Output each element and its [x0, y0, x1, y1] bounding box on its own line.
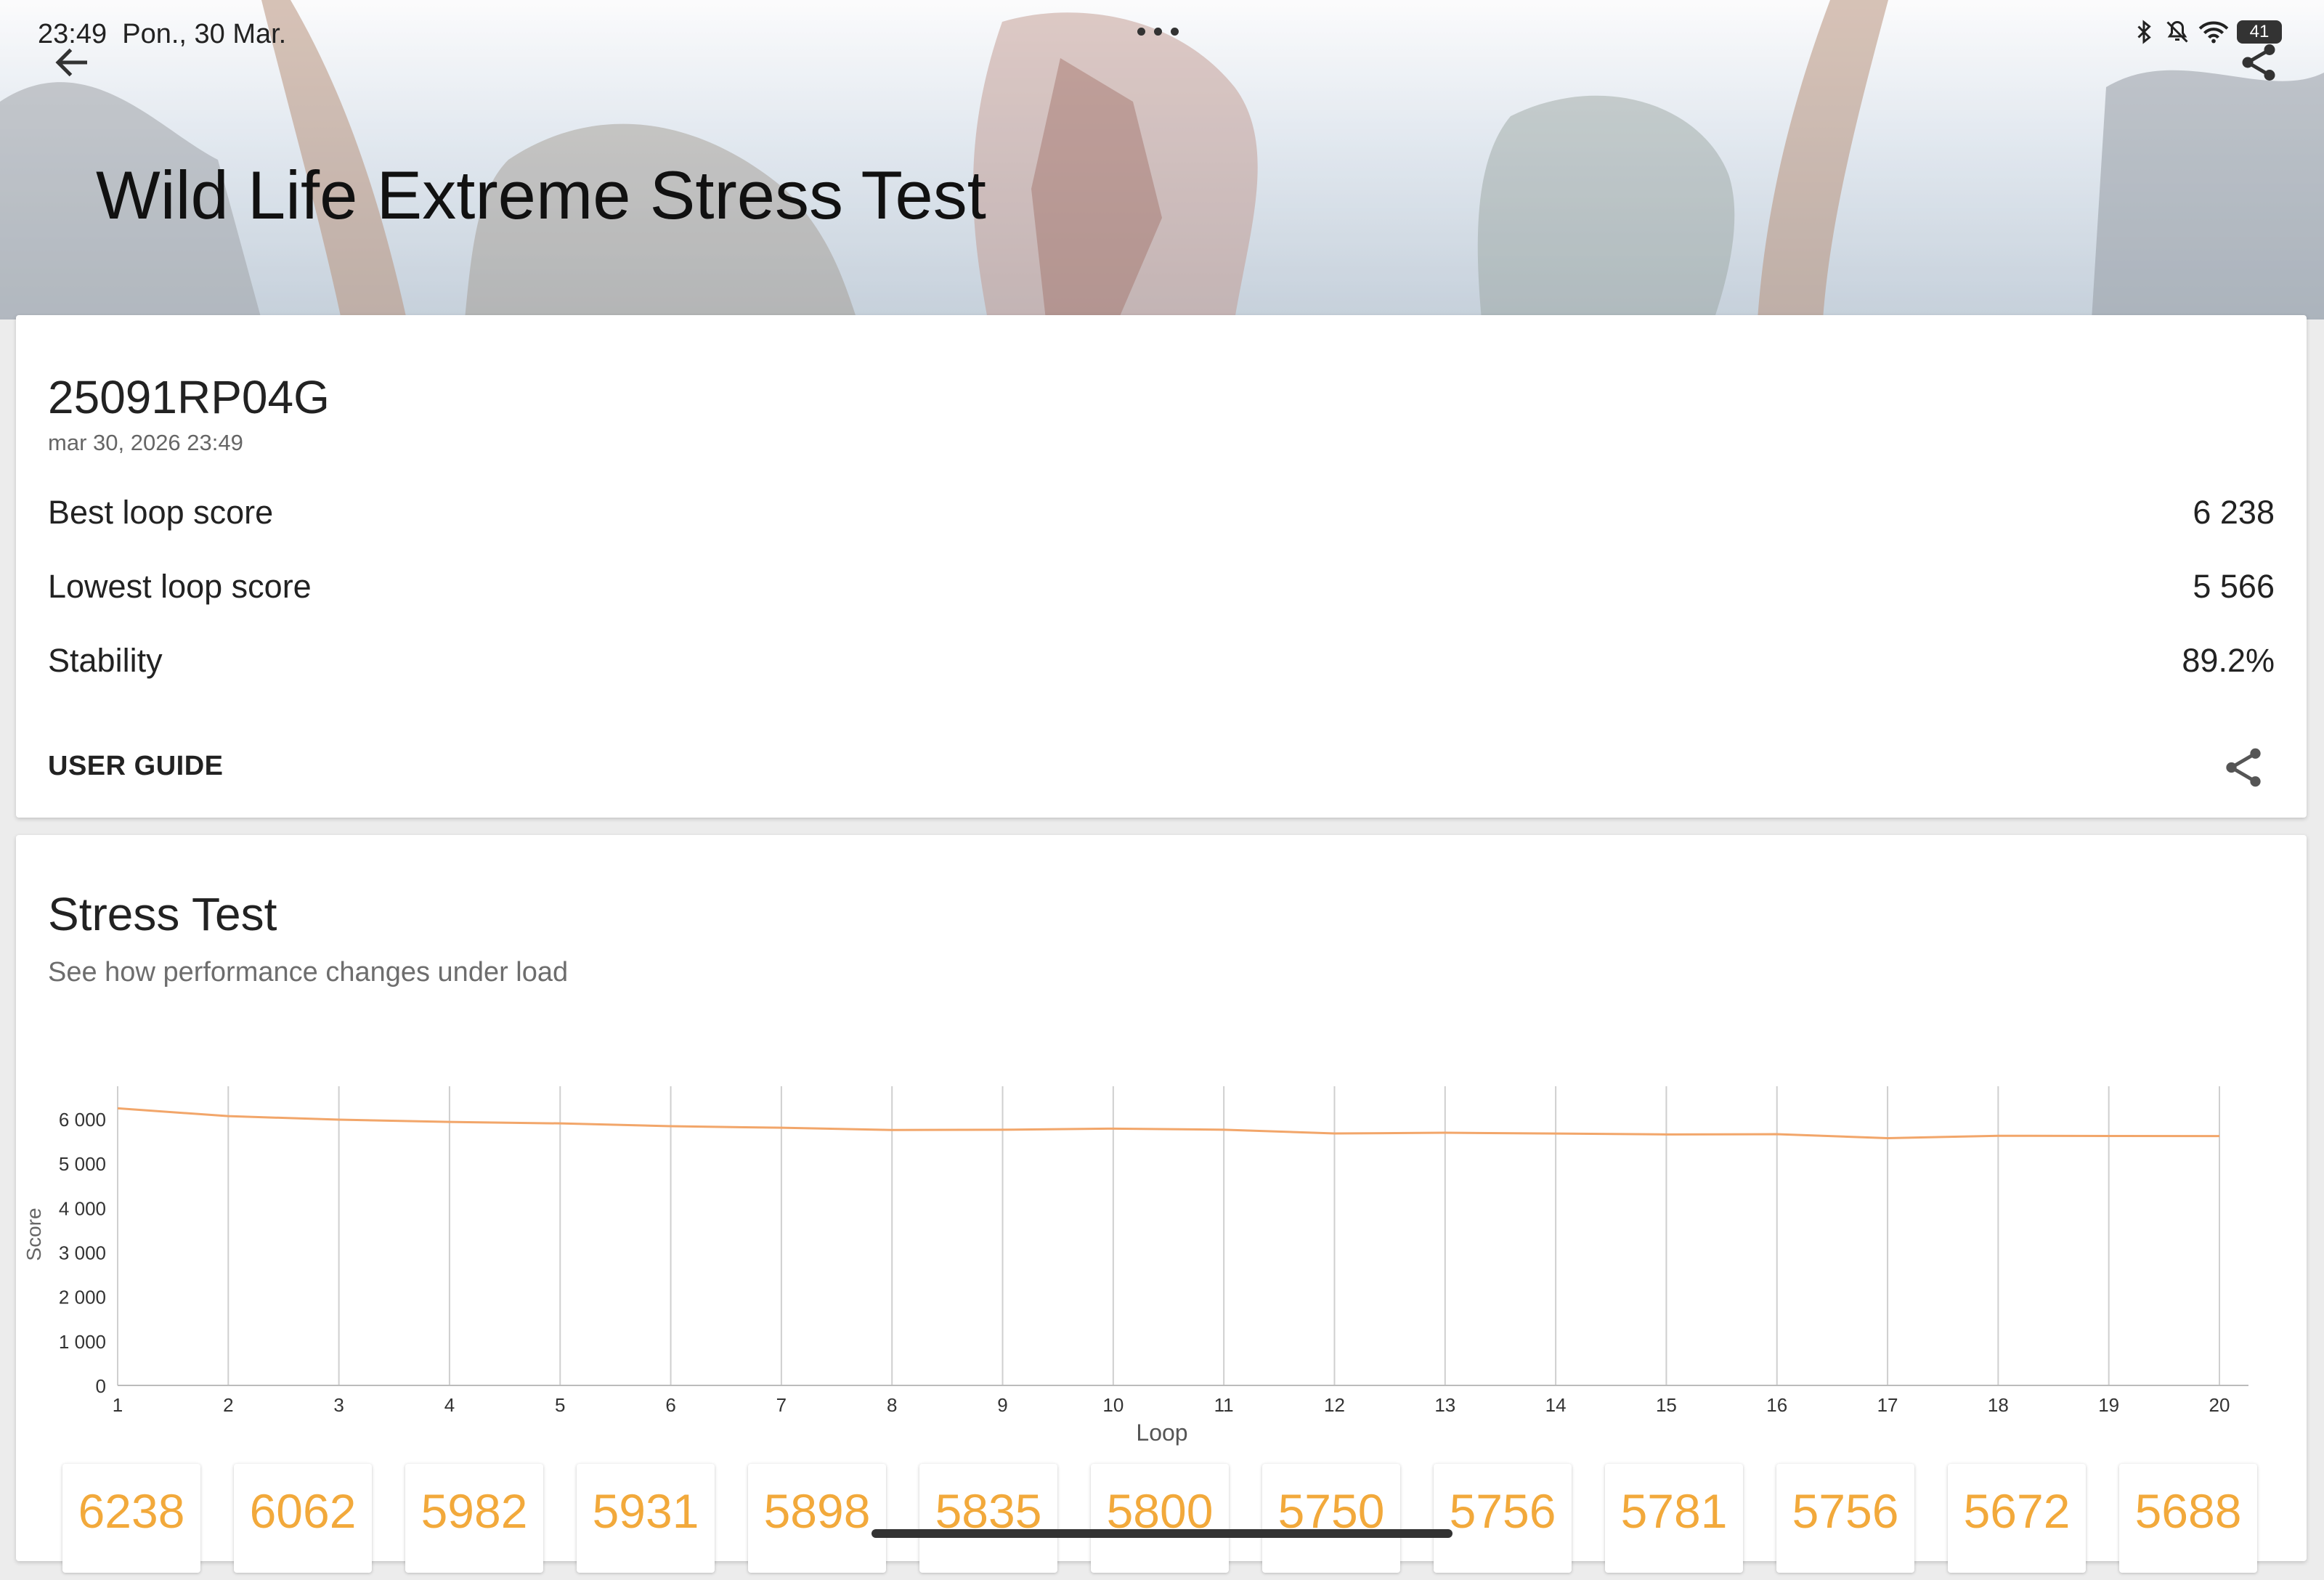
x-tick-label: 19 [2098, 1394, 2119, 1416]
user-guide-button[interactable]: USER GUIDE [48, 751, 223, 782]
x-tick-label: 3 [333, 1394, 344, 1416]
y-tick-label: 5 000 [59, 1153, 106, 1175]
x-tick-label: 6 [665, 1394, 675, 1416]
loop-score-tile: 5756 [1434, 1464, 1572, 1573]
loop-score-tile: 5931 [577, 1464, 715, 1573]
loop-score-tile: 5781 [1605, 1464, 1743, 1573]
loop-score-tile: 6062 [234, 1464, 372, 1573]
x-tick-label: 10 [1102, 1394, 1124, 1416]
result-summary-card: 25091RP04G mar 30, 2026 23:49 Best loop … [16, 315, 2307, 818]
x-axis-label: Loop [1136, 1420, 1187, 1446]
x-tick-label: 17 [1877, 1394, 1898, 1416]
x-tick-label: 14 [1545, 1394, 1567, 1416]
y-tick-label: 1 000 [59, 1331, 106, 1353]
loop-score-tile: 5672 [1948, 1464, 2086, 1573]
page-title: Wild Life Extreme Stress Test [96, 157, 986, 233]
y-tick-label: 3 000 [59, 1242, 106, 1263]
loop-score-tile: 5898 [748, 1464, 886, 1573]
x-tick-label: 15 [1656, 1394, 1677, 1416]
stress-line-chart: 01 0002 0003 0004 0005 0006 000 12345678… [23, 1086, 2248, 1446]
home-indicator[interactable] [871, 1529, 1452, 1538]
x-tick-label: 12 [1324, 1394, 1345, 1416]
share-icon[interactable] [2237, 41, 2280, 84]
header-banner: 23:49 Pon., 30 Mar. 41 Wild Life Extreme… [0, 0, 2324, 319]
loop-score-tile: 5800 [1091, 1464, 1229, 1573]
lowest-loop-label: Lowest loop score [48, 568, 312, 605]
loop-score-tile: 5982 [405, 1464, 543, 1573]
share-icon[interactable] [2219, 744, 2267, 791]
x-tick-label: 7 [776, 1394, 787, 1416]
x-tick-label: 4 [444, 1394, 455, 1416]
x-tick-label: 5 [555, 1394, 565, 1416]
back-arrow-icon[interactable] [51, 41, 94, 84]
wifi-icon [2198, 21, 2229, 44]
x-tick-label: 16 [1766, 1394, 1787, 1416]
stress-test-card: Stress Test See how performance changes … [16, 835, 2307, 1573]
stability-label: Stability [48, 642, 163, 679]
device-name: 25091RP04G [48, 371, 330, 423]
y-tick-label: 4 000 [59, 1197, 106, 1219]
battery-level: 41 [2249, 22, 2270, 41]
best-loop-row: Best loop score 6 238 [48, 494, 2275, 532]
y-tick-label: 6 000 [59, 1109, 106, 1131]
x-tick-label: 18 [1988, 1394, 2009, 1416]
mute-icon [2166, 20, 2188, 43]
x-tick-label: 2 [223, 1394, 233, 1416]
x-tick-label: 11 [1214, 1394, 1234, 1416]
status-date: Pon., 30 Mar. [122, 19, 287, 49]
multitask-dots[interactable] [1137, 28, 1179, 36]
series-line [117, 1107, 2220, 1139]
result-datetime: mar 30, 2026 23:49 [48, 430, 243, 455]
lowest-loop-row: Lowest loop score 5 566 [48, 568, 2275, 606]
x-tick-label: 20 [2209, 1394, 2230, 1416]
best-loop-value: 6 238 [2193, 494, 2275, 531]
stability-row: Stability 89.2% [48, 642, 2275, 680]
loop-score-tile: 5835 [919, 1464, 1057, 1573]
y-tick-label: 2 000 [59, 1287, 106, 1308]
y-tick-label: 0 [96, 1375, 106, 1397]
lowest-loop-value: 5 566 [2193, 568, 2275, 605]
x-tick-label: 9 [997, 1394, 1007, 1416]
loop-score-tile: 5688 [2119, 1464, 2257, 1573]
y-axis-label: Score [23, 1208, 45, 1261]
x-tick-label: 13 [1434, 1394, 1455, 1416]
loop-score-tile: 5750 [1262, 1464, 1400, 1573]
bluetooth-icon [2137, 20, 2151, 44]
stability-value: 89.2% [2182, 642, 2275, 679]
loop-score-tile: 6238 [62, 1464, 200, 1573]
x-tick-label: 1 [113, 1394, 123, 1416]
best-loop-label: Best loop score [48, 494, 274, 531]
x-tick-label: 8 [887, 1394, 897, 1416]
loop-score-tile: 5756 [1776, 1464, 1914, 1573]
